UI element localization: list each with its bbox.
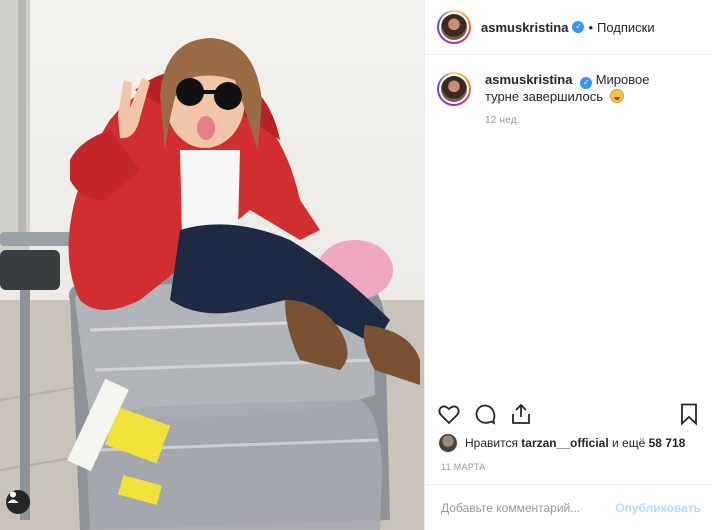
post-panel: asmuskristina ✓ • Подписки asmuskristina… [424,0,712,530]
likes-middle: и ещё [612,436,646,450]
likes-prefix: Нравится [465,436,518,450]
separator-dot: • [588,19,593,35]
avatar[interactable] [437,10,471,44]
grinning-tongue-emoji-icon [609,89,624,103]
caption-username[interactable]: asmuskristina [485,72,572,87]
comment-bar: Опубликовать [425,484,712,530]
share-icon[interactable] [509,402,533,426]
post-photo[interactable] [0,0,424,530]
photo-illustration [0,0,424,530]
user-tag-icon[interactable] [6,490,30,514]
likes-count[interactable]: 58 718 [649,436,686,450]
verified-badge-icon: ✓ [580,77,593,89]
bookmark-icon[interactable] [677,402,701,426]
post-header: asmuskristina ✓ • Подписки [425,0,712,55]
header-username[interactable]: asmuskristina [481,20,568,35]
comment-icon[interactable] [473,402,497,426]
heart-icon[interactable] [437,402,461,426]
likes-summary: Нравится tarzan__official и ещё 58 718 [439,434,685,452]
verified-badge-icon: ✓ [572,21,585,33]
caption-avatar[interactable] [437,72,471,106]
likes-user[interactable]: tarzan__official [521,436,608,450]
post-caption: asmuskristina ✓ Мировое турне завершилос… [437,72,707,129]
likes-avatar[interactable] [439,434,457,452]
follow-button[interactable]: Подписки [597,20,655,35]
post-date[interactable]: 11 МАРТА [441,462,486,472]
caption-time[interactable]: 12 нед. [485,113,685,129]
publish-button[interactable]: Опубликовать [615,501,701,515]
post-actions [437,400,701,428]
comment-input[interactable] [441,500,616,515]
